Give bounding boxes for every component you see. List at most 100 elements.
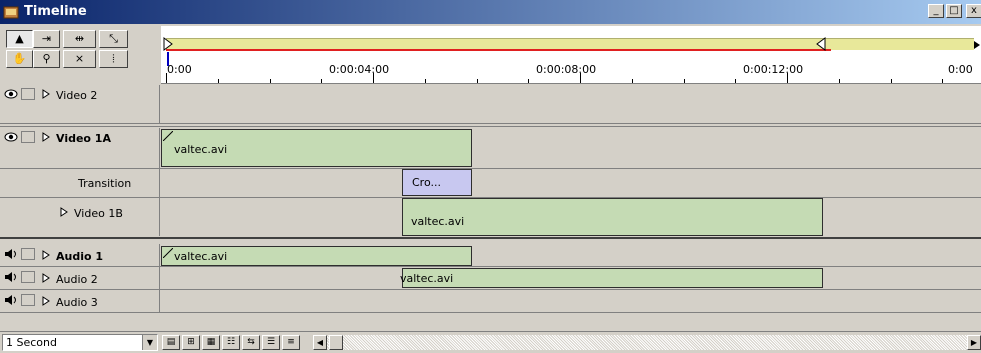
- speaker-icon[interactable]: [4, 294, 18, 306]
- ruler-tick: [217, 79, 219, 83]
- lock-toggle[interactable]: [21, 294, 35, 306]
- toggle-audio-button[interactable]: ≡: [282, 335, 300, 350]
- lock-toggle[interactable]: [21, 271, 35, 283]
- chevron-down-icon[interactable]: ▼: [142, 335, 157, 350]
- track-format-button[interactable]: ▤: [162, 335, 180, 350]
- status-bar: 1 Second ▼ ▤ ⊞ ▦ ☷ ⇆ ☰ ≡ ◀ ▶: [0, 331, 981, 353]
- clip[interactable]: valtec.avi: [402, 198, 823, 236]
- track-audio-2: Audio 2 valtec.avi: [0, 267, 981, 289]
- hand-tool-button[interactable]: ✋: [6, 50, 33, 68]
- work-area-preview-line: [166, 49, 831, 51]
- ruler-tick: [373, 73, 374, 83]
- speaker-icon[interactable]: [4, 248, 18, 260]
- expand-triangle-icon[interactable]: [42, 296, 50, 306]
- eye-icon[interactable]: [4, 88, 18, 100]
- work-area-bar[interactable]: [161, 26, 981, 52]
- expand-triangle-icon[interactable]: [42, 250, 50, 260]
- track-name: Video 2: [56, 89, 98, 102]
- track-header: Video 2: [0, 85, 160, 123]
- close-button[interactable]: x: [966, 4, 981, 18]
- eye-icon[interactable]: [4, 131, 18, 143]
- ruler-tick: [528, 79, 530, 83]
- work-area-end-marker-icon[interactable]: [816, 37, 826, 51]
- ruler-tick: [424, 79, 426, 83]
- scroll-thumb[interactable]: [329, 335, 343, 350]
- lock-toggle[interactable]: [21, 131, 35, 143]
- clip-label: valtec.avi: [400, 272, 454, 285]
- horizontal-scrollbar[interactable]: ◀ ▶: [313, 335, 981, 350]
- minimize-button[interactable]: _: [928, 4, 944, 18]
- clip[interactable]: valtec.avi: [161, 129, 472, 167]
- ruler-label: 0:00: [167, 63, 192, 76]
- track-lane[interactable]: valtec.avi: [161, 244, 981, 266]
- multitrack-tool-button[interactable]: ⇹: [63, 30, 96, 48]
- lock-toggle[interactable]: [21, 248, 35, 260]
- expand-triangle-icon[interactable]: [42, 132, 50, 142]
- clip-label: valtec.avi: [174, 143, 228, 156]
- track-lane[interactable]: [161, 290, 981, 312]
- shift-tracks-icon: ☷: [226, 337, 236, 347]
- ruler-tick: [269, 79, 271, 83]
- speaker-icon[interactable]: [4, 271, 18, 283]
- tool-palette: ▲ ⇥ ⇹ ⤡ ✋ ⚲ ⨯ ⦙: [2, 26, 159, 84]
- track-divider: [0, 312, 981, 313]
- link-tool-icon: ⤡: [109, 32, 118, 45]
- track-lane[interactable]: [161, 85, 981, 123]
- ripple-edit-tool-icon: ⨯: [74, 52, 85, 65]
- track-video-2: Video 2: [0, 85, 981, 123]
- edges-icon: ▦: [206, 337, 216, 347]
- ruler-label: 0:00: [948, 63, 973, 76]
- scroll-right-button[interactable]: ▶: [967, 335, 981, 350]
- expand-triangle-icon[interactable]: [42, 89, 50, 99]
- ruler-label: 0:00:12:00: [743, 63, 804, 76]
- selection-tool-button[interactable]: ▲: [6, 30, 33, 48]
- scroll-left-button[interactable]: ◀: [313, 335, 327, 350]
- ruler-tick: [580, 73, 581, 83]
- multitrack-tool-icon: ⇹: [74, 32, 85, 45]
- transition-clip[interactable]: Cro...: [402, 169, 472, 196]
- ripple-edit-tool-button[interactable]: ⨯: [63, 50, 96, 68]
- maximize-button[interactable]: □: [946, 4, 962, 18]
- time-ruler[interactable]: 0:00 0:00:04:00 0:00:08:00 0:00:12:00 0:…: [161, 52, 981, 84]
- expand-triangle-icon[interactable]: [42, 273, 50, 283]
- toggle-snap-button[interactable]: ⊞: [182, 335, 200, 350]
- track-header: Audio 2: [0, 267, 160, 289]
- track-lane[interactable]: valtec.avi: [161, 128, 981, 168]
- ruler-tick: [321, 79, 323, 83]
- link-tool-button[interactable]: ⤡: [99, 30, 128, 48]
- ruler-tick: [735, 79, 737, 83]
- track-options-icon: ☰: [266, 337, 276, 347]
- track-transition: Transition Cro...: [0, 169, 981, 197]
- zoom-tool-button[interactable]: ⚲: [33, 50, 60, 68]
- work-area-start-marker-icon[interactable]: [163, 37, 173, 51]
- track-header: Audio 3: [0, 290, 160, 312]
- clip-corner-icon: [163, 248, 173, 258]
- track-lane[interactable]: valtec.avi: [161, 198, 981, 236]
- scroll-right-marker-icon[interactable]: [973, 40, 981, 50]
- track-lane[interactable]: Cro...: [161, 169, 981, 197]
- toggle-sync-button[interactable]: ⇆: [242, 335, 260, 350]
- clip-corner-icon: [163, 131, 173, 141]
- track-lane[interactable]: valtec.avi: [161, 267, 981, 289]
- track-options-button[interactable]: ☰: [262, 335, 280, 350]
- zoom-tool-icon: ⚲: [42, 52, 51, 65]
- track-audio-3: Audio 3: [0, 290, 981, 312]
- track-tool-button[interactable]: ⇥: [33, 30, 60, 48]
- track-name: Video 1B: [74, 207, 123, 220]
- ruler-tick: [942, 79, 944, 83]
- lock-toggle[interactable]: [21, 88, 35, 100]
- time-zoom-select[interactable]: 1 Second ▼: [2, 334, 158, 351]
- in-point-tool-button[interactable]: ⦙: [99, 50, 128, 68]
- track-format-icon: ▤: [166, 337, 176, 347]
- app-icon: [3, 6, 19, 19]
- clip-label: valtec.avi: [411, 215, 465, 228]
- expand-triangle-icon[interactable]: [60, 207, 68, 217]
- toggle-shift-tracks-button[interactable]: ☷: [222, 335, 240, 350]
- clip[interactable]: valtec.avi: [400, 268, 823, 288]
- title-bar[interactable]: Timeline _ □ x: [0, 0, 981, 24]
- toggle-edges-button[interactable]: ▦: [202, 335, 220, 350]
- ruler-tick: [631, 79, 633, 83]
- ruler-tick: [683, 79, 685, 83]
- track-divider: [0, 126, 981, 127]
- clip[interactable]: valtec.avi: [161, 246, 472, 266]
